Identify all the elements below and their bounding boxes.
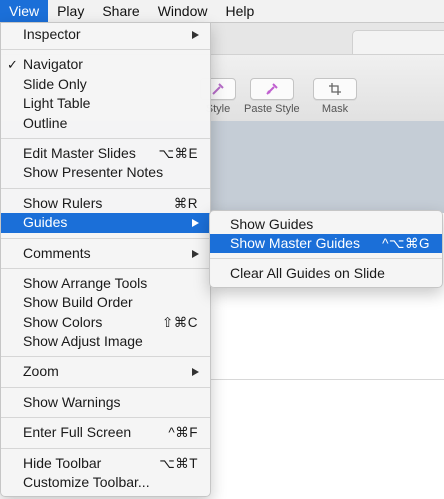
- menu-item-label: Show Presenter Notes: [23, 164, 164, 181]
- menubar-view[interactable]: View: [0, 0, 49, 22]
- menu-item-label: Light Table: [23, 95, 91, 112]
- menubar-window[interactable]: Window: [149, 0, 217, 22]
- menu-item-show-guides[interactable]: Show Guides: [210, 215, 442, 234]
- menu-item-shortcut: ^⌘F: [168, 425, 198, 441]
- menu-separator: [1, 356, 210, 358]
- submenu-arrow-icon: [192, 219, 199, 228]
- menu-item-shortcut: ⌘R: [173, 195, 198, 211]
- menu-item-label: Inspector: [23, 26, 81, 42]
- menu-item-outline[interactable]: Outline: [1, 114, 210, 133]
- checkmark-icon: ✓: [7, 57, 18, 73]
- menu-item-clear-all-guides[interactable]: Clear All Guides on Slide: [210, 264, 442, 283]
- menu-separator: [1, 137, 210, 139]
- mask-tool[interactable]: Mask: [313, 78, 357, 115]
- view-menu: Inspector ✓ Navigator Slide Only Light T…: [0, 22, 211, 498]
- menu-item-label: Comments: [23, 244, 91, 261]
- menu-separator: [1, 267, 210, 269]
- menu-item-label: Customize Toolbar...: [23, 474, 150, 491]
- menu-item-label: Show Master Guides: [230, 235, 360, 251]
- menu-item-label: Show Build Order: [23, 294, 133, 311]
- menu-item-slide-only[interactable]: Slide Only: [1, 75, 210, 94]
- mask-label: Mask: [321, 103, 349, 115]
- menu-item-show-presenter-notes[interactable]: Show Presenter Notes: [1, 163, 210, 182]
- guides-submenu: Show Guides Show Master Guides ^⌥⌘G Clea…: [209, 210, 443, 288]
- menu-item-label: Show Adjust Image: [23, 333, 143, 350]
- mask-icon: [313, 78, 357, 100]
- menu-item-show-build-order[interactable]: Show Build Order: [1, 293, 210, 312]
- paste-style-icon: [249, 78, 294, 100]
- menu-item-show-master-guides[interactable]: Show Master Guides ^⌥⌘G: [210, 234, 442, 253]
- menu-separator: [1, 49, 210, 51]
- menu-item-label: Outline: [23, 114, 68, 131]
- menu-item-label: Hide Toolbar: [23, 454, 102, 471]
- menu-item-label: Clear All Guides on Slide: [230, 265, 385, 281]
- menu-item-shortcut: ⌥⌘E: [158, 145, 198, 161]
- menu-item-show-rulers[interactable]: Show Rulers ⌘R: [1, 194, 210, 213]
- menu-item-comments[interactable]: Comments: [1, 244, 210, 263]
- paste-style-label: Paste Style: [244, 103, 300, 115]
- menu-item-label: Enter Full Screen: [23, 424, 132, 441]
- menu-item-label: Slide Only: [23, 75, 87, 92]
- menubar-play[interactable]: Play: [48, 0, 93, 22]
- menu-item-label: Show Guides: [230, 216, 314, 232]
- menu-item-navigator[interactable]: ✓ Navigator: [1, 55, 210, 74]
- menu-item-enter-full-screen[interactable]: Enter Full Screen ^⌘F: [1, 423, 210, 442]
- menu-separator: [1, 447, 210, 449]
- menu-separator: [1, 187, 210, 189]
- menu-item-customize-toolbar[interactable]: Customize Toolbar...: [1, 473, 210, 492]
- menu-item-label: Show Arrange Tools: [23, 274, 148, 291]
- menu-item-show-colors[interactable]: Show Colors ⇧⌘C: [1, 313, 210, 332]
- menu-item-label: Show Rulers: [23, 194, 103, 211]
- menu-item-label: Show Warnings: [23, 393, 121, 410]
- menu-item-show-warnings[interactable]: Show Warnings: [1, 393, 210, 412]
- menu-item-zoom[interactable]: Zoom: [1, 362, 210, 381]
- menu-item-show-adjust-image[interactable]: Show Adjust Image: [1, 332, 210, 351]
- submenu-arrow-icon: [192, 31, 199, 39]
- menu-item-label: Edit Master Slides: [23, 144, 136, 161]
- menu-separator: [1, 386, 210, 388]
- paste-style-tool[interactable]: Paste Style: [244, 78, 300, 115]
- menubar-help[interactable]: Help: [216, 0, 263, 22]
- menu-item-shortcut: ⇧⌘C: [161, 314, 198, 330]
- menu-item-light-table[interactable]: Light Table: [1, 94, 210, 113]
- menu-item-label: Navigator: [23, 56, 83, 73]
- menu-item-edit-master-slides[interactable]: Edit Master Slides ⌥⌘E: [1, 144, 210, 163]
- menu-item-shortcut: ^⌥⌘G: [382, 236, 430, 251]
- menu-item-guides[interactable]: Guides: [1, 213, 210, 233]
- canvas-divider: [210, 379, 444, 380]
- menu-item-label: Zoom: [23, 363, 59, 380]
- menu-item-label: Show Colors: [23, 313, 103, 330]
- menu-item-hide-toolbar[interactable]: Hide Toolbar ⌥⌘T: [1, 454, 210, 473]
- menu-separator: [1, 237, 210, 239]
- menubar-share[interactable]: Share: [93, 0, 148, 22]
- document-tab[interactable]: [352, 30, 444, 55]
- menu-separator: [1, 417, 210, 419]
- menu-item-show-arrange-tools[interactable]: Show Arrange Tools: [1, 274, 210, 293]
- menu-separator: [210, 258, 442, 259]
- menu-item-inspector[interactable]: Inspector: [1, 25, 210, 44]
- submenu-arrow-icon: [192, 368, 199, 377]
- menu-item-label: Guides: [23, 214, 68, 231]
- menu-item-shortcut: ⌥⌘T: [159, 455, 198, 471]
- menu-bar: View Play Share Window Help: [0, 0, 444, 23]
- submenu-arrow-icon: [192, 249, 199, 258]
